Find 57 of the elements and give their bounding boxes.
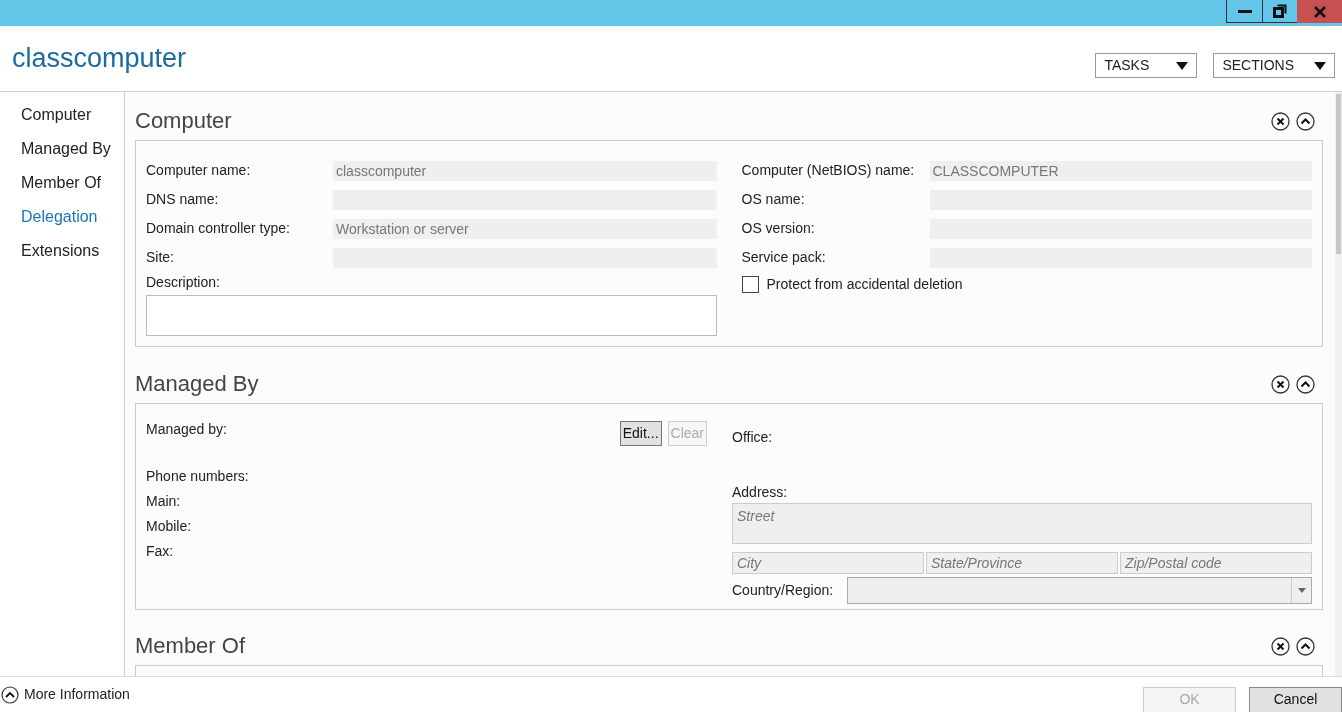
field-label: Domain controller type: — [146, 219, 291, 238]
field-label: Office: — [732, 428, 774, 447]
cancel-button[interactable]: Cancel — [1249, 686, 1342, 712]
close-icon[interactable] — [1271, 636, 1290, 656]
minimize-button[interactable] — [1226, 0, 1263, 23]
section-heading: Member Of — [135, 632, 246, 660]
description-field[interactable] — [146, 295, 717, 336]
dropdown-button[interactable]: TASKS — [1095, 53, 1198, 78]
field-label: Managed by: — [146, 420, 227, 439]
restore-icon — [1273, 4, 1287, 18]
page-title: classcomputer — [12, 42, 187, 76]
state-field[interactable]: State/Province — [926, 552, 1118, 574]
close-button[interactable] — [1297, 0, 1342, 23]
street-field[interactable]: Street — [732, 503, 1312, 544]
checkbox-label: Protect from accidental deletion — [766, 275, 963, 294]
collapse-icon[interactable] — [1296, 636, 1315, 656]
text-field[interactable]: CLASSCOMPUTER — [929, 160, 1312, 181]
field-label: Service pack: — [741, 248, 827, 267]
caret-icon — [1176, 61, 1189, 70]
minimize-icon — [1237, 9, 1252, 13]
caret-icon — [1314, 61, 1326, 70]
more-information-link[interactable]: More Information — [24, 684, 130, 705]
field-label: Phone numbers: — [146, 467, 250, 486]
nav-link[interactable]: Managed By — [21, 138, 124, 160]
field-label: OS name: — [741, 190, 806, 209]
city-field[interactable]: City — [732, 552, 924, 574]
nav-link[interactable]: Member Of — [21, 172, 124, 194]
close-icon[interactable] — [1271, 374, 1290, 394]
field-label: Country/Region: — [732, 581, 835, 600]
dropdown-button[interactable]: SECTIONS — [1213, 53, 1335, 78]
checkbox[interactable] — [741, 276, 759, 293]
close-icon[interactable] — [1271, 111, 1290, 131]
field-label: OS version: — [741, 219, 816, 238]
text-field[interactable]: Workstation or server — [333, 218, 717, 239]
field-label: Address: — [732, 483, 789, 502]
collapse-icon[interactable] — [1296, 374, 1315, 394]
action-button[interactable]: Edit... — [619, 421, 662, 446]
section-heading: Managed By — [135, 370, 259, 398]
field-label: Site: — [146, 248, 175, 267]
nav-link[interactable]: Computer — [21, 104, 124, 126]
field-label: DNS name: — [146, 190, 220, 209]
nav-link[interactable]: Delegation — [21, 206, 124, 228]
collapse-icon[interactable] — [1296, 111, 1315, 131]
field-label: Mobile: — [146, 517, 193, 536]
scrollbar[interactable] — [1335, 92, 1342, 676]
zip-field[interactable]: Zip/Postal code — [1120, 552, 1312, 574]
expand-icon[interactable] — [1, 685, 19, 704]
caret-icon — [1297, 588, 1306, 593]
close-icon — [1313, 5, 1326, 18]
field-label: Fax: — [146, 542, 175, 561]
text-field[interactable]: classcomputer — [333, 160, 717, 181]
section-heading: Computer — [135, 107, 232, 135]
field-label: Description: — [146, 273, 221, 292]
field-label: Main: — [146, 492, 182, 511]
nav-link[interactable]: Extensions — [21, 240, 124, 262]
field-label: Computer (NetBIOS) name: — [741, 161, 916, 180]
field-label: Computer name: — [146, 161, 252, 180]
